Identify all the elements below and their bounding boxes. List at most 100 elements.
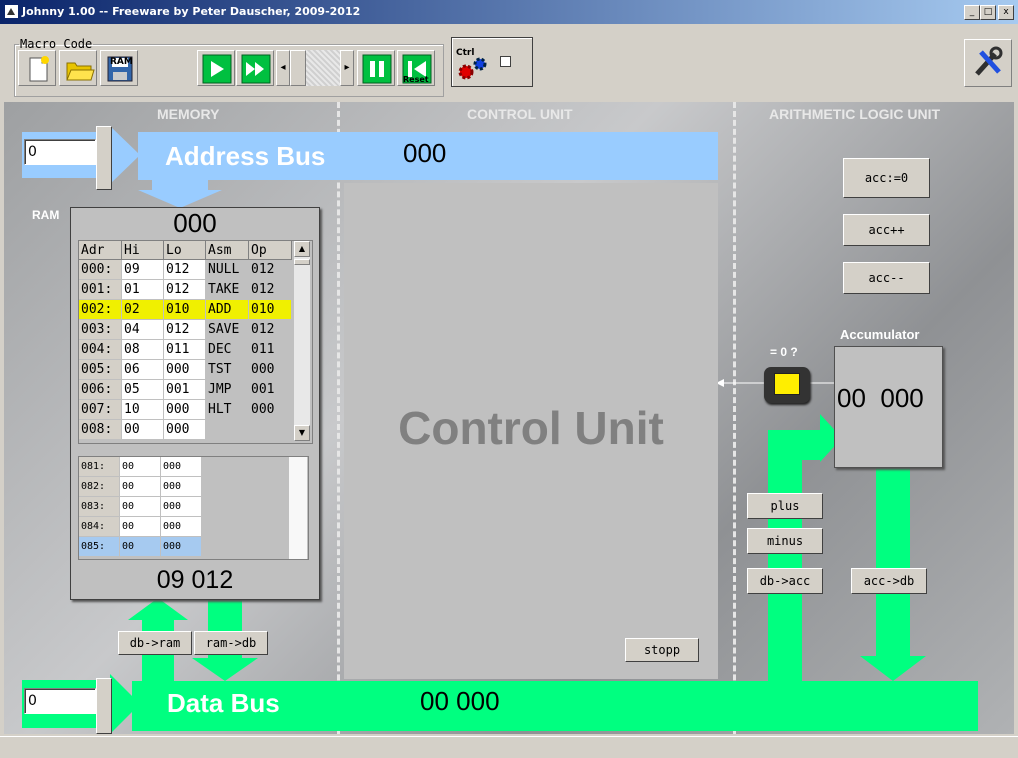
ram-cell-hi: 00 bbox=[121, 419, 164, 440]
zero-indicator bbox=[764, 367, 810, 403]
minus-button[interactable]: minus bbox=[747, 528, 823, 554]
ram-cell-op: 012 bbox=[248, 259, 292, 280]
ram-cell-op: 001 bbox=[248, 379, 292, 400]
table-row[interactable]: 008: 00 000 bbox=[79, 419, 292, 440]
acc-to-db-button[interactable]: acc->db bbox=[851, 568, 927, 594]
micro-code-grid: 081: 00 000 082: 00 000 083: 00 000 084: 00 000 085:… bbox=[79, 457, 202, 557]
micro-code-row[interactable]: 082: 00 000 bbox=[79, 476, 202, 497]
zero-test-label: = 0 ? bbox=[770, 345, 798, 359]
ram-cell-asm: JMP bbox=[205, 379, 249, 400]
ram-cell-adr: 006: bbox=[79, 379, 122, 400]
ram-cell-asm: HLT bbox=[205, 399, 249, 420]
ram-cell-adr: 001: bbox=[79, 279, 122, 300]
micro-scrollbar[interactable] bbox=[289, 457, 307, 559]
micro-cell-hi: 00 bbox=[119, 476, 161, 497]
scroll-up-arrow[interactable]: ▲ bbox=[294, 241, 310, 257]
table-row[interactable]: 004: 08 011 DEC 011 bbox=[79, 339, 292, 360]
acc-zero-button[interactable]: acc:=0 bbox=[843, 158, 930, 198]
ram-cell-hi: 02 bbox=[121, 299, 164, 320]
table-row[interactable]: 003: 04 012 SAVE 012 bbox=[79, 319, 292, 340]
address-bus-value: 000 bbox=[403, 138, 447, 168]
ram-column-header[interactable]: Lo bbox=[163, 241, 206, 260]
scroll-thumb[interactable] bbox=[294, 259, 310, 265]
ram-cell-lo: 010 bbox=[163, 299, 206, 320]
table-row[interactable]: 001: 01 012 TAKE 012 bbox=[79, 279, 292, 300]
ram-address-display: 000 bbox=[173, 208, 217, 238]
scroll-down-arrow[interactable]: ▼ bbox=[294, 425, 310, 441]
ram-cell-lo: 012 bbox=[163, 279, 206, 300]
ram-cell-lo: 012 bbox=[163, 259, 206, 280]
db-to-ram-button[interactable]: db->ram bbox=[118, 631, 192, 655]
accumulator-label: Accumulator bbox=[840, 327, 920, 342]
ram-cell-asm: TST bbox=[205, 359, 249, 380]
stopp-button[interactable]: stopp bbox=[625, 638, 699, 662]
ram-table[interactable]: Adr Hi Lo Asm Op 000: 09 012 NULL 012 001: 01 012 TA… bbox=[78, 240, 313, 444]
micro-cell-lo: 000 bbox=[160, 536, 202, 557]
micro-cell-lo: 000 bbox=[160, 496, 202, 517]
data-bus-value: 00 000 bbox=[420, 686, 500, 716]
micro-cell-hi: 00 bbox=[119, 496, 161, 517]
ram-scrollbar[interactable]: ▲ ▼ bbox=[293, 241, 310, 441]
ram-cell-hi: 01 bbox=[121, 279, 164, 300]
ram-cell-adr: 005: bbox=[79, 359, 122, 380]
data-bus-slider[interactable] bbox=[96, 678, 112, 734]
data-bus-input[interactable]: 0 bbox=[24, 688, 96, 714]
ram-cell-op: 012 bbox=[248, 279, 292, 300]
ram-cell-hi: 06 bbox=[121, 359, 164, 380]
ram-cell-lo: 011 bbox=[163, 339, 206, 360]
status-bar bbox=[0, 736, 1018, 758]
acc-decrement-button[interactable]: acc-- bbox=[843, 262, 930, 294]
ram-cell-asm: ADD bbox=[205, 299, 249, 320]
plus-button[interactable]: plus bbox=[747, 493, 823, 519]
ram-cell-asm: SAVE bbox=[205, 319, 249, 340]
table-row[interactable]: 005: 06 000 TST 000 bbox=[79, 359, 292, 380]
ram-cell-lo: 000 bbox=[163, 419, 206, 440]
micro-cell-lo: 000 bbox=[160, 476, 202, 497]
ram-cell-adr: 008: bbox=[79, 419, 122, 440]
ram-table-grid: Adr Hi Lo Asm Op 000: 09 012 NULL 012 001: 01 012 TA… bbox=[79, 241, 292, 440]
micro-cell-adr: 084: bbox=[79, 516, 120, 537]
ram-label: RAM bbox=[32, 208, 60, 222]
control-unit-label: Control Unit bbox=[398, 402, 664, 454]
micro-code-row[interactable]: 083: 00 000 bbox=[79, 496, 202, 517]
ram-column-header[interactable]: Adr bbox=[79, 241, 122, 260]
ram-cell-adr: 002: bbox=[79, 299, 122, 320]
micro-cell-adr: 083: bbox=[79, 496, 120, 517]
micro-code-row[interactable]: 081: 00 000 bbox=[79, 457, 202, 477]
acc-increment-button[interactable]: acc++ bbox=[843, 214, 930, 246]
ram-to-db-button[interactable]: ram->db bbox=[194, 631, 268, 655]
micro-cell-adr: 082: bbox=[79, 476, 120, 497]
ram-cell-hi: 08 bbox=[121, 339, 164, 360]
ram-cell-asm: DEC bbox=[205, 339, 249, 360]
ram-data-display: 09 012 bbox=[156, 566, 234, 594]
data-bus-title: Data Bus bbox=[167, 688, 280, 718]
micro-cell-hi: 00 bbox=[119, 457, 161, 477]
address-bus-title: Address Bus bbox=[165, 141, 326, 171]
table-row[interactable]: 007: 10 000 HLT 000 bbox=[79, 399, 292, 420]
accumulator-panel: 00 000 bbox=[834, 346, 943, 468]
micro-cell-adr: 081: bbox=[79, 457, 120, 477]
ram-cell-op: 011 bbox=[248, 339, 292, 360]
micro-code-table[interactable]: 081: 00 000 082: 00 000 083: 00 000 084: 00 000 085:… bbox=[78, 456, 309, 560]
db-to-acc-button[interactable]: db->acc bbox=[747, 568, 823, 594]
address-bus-input[interactable]: 0 bbox=[24, 139, 96, 165]
ram-column-header[interactable]: Op bbox=[248, 241, 292, 260]
micro-code-row[interactable]: 085: 00 000 bbox=[79, 536, 202, 557]
table-row[interactable]: 006: 05 001 JMP 001 bbox=[79, 379, 292, 400]
table-row[interactable]: 000: 09 012 NULL 012 bbox=[79, 259, 292, 280]
ram-cell-hi: 04 bbox=[121, 319, 164, 340]
ram-cell-asm: NULL bbox=[205, 259, 249, 280]
ram-cell-op: 010 bbox=[248, 299, 292, 320]
table-row[interactable]: 002: 02 010 ADD 010 bbox=[79, 299, 292, 320]
zero-indicator-lamp bbox=[774, 373, 800, 395]
micro-code-row[interactable]: 084: 00 000 bbox=[79, 516, 202, 537]
ram-column-header[interactable]: Hi bbox=[121, 241, 164, 260]
ram-cell-hi: 05 bbox=[121, 379, 164, 400]
ram-cell-adr: 007: bbox=[79, 399, 122, 420]
ram-cell-hi: 09 bbox=[121, 259, 164, 280]
micro-cell-lo: 000 bbox=[160, 457, 202, 477]
address-bus-slider[interactable] bbox=[96, 126, 112, 190]
ram-column-header[interactable]: Asm bbox=[205, 241, 249, 260]
ram-cell-op: 012 bbox=[248, 319, 292, 340]
ram-cell-lo: 001 bbox=[163, 379, 206, 400]
